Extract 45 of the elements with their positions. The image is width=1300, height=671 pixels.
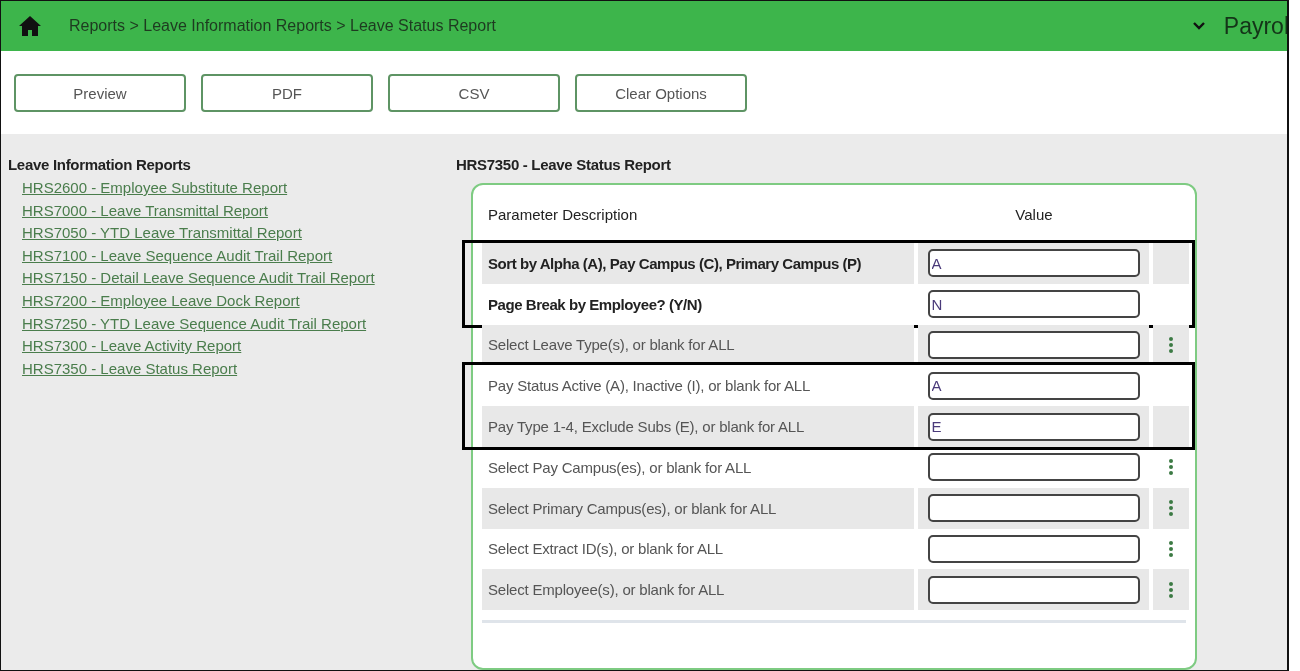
value-field[interactable]: A — [927, 249, 1140, 278]
chevron-down-icon[interactable] — [1191, 21, 1206, 31]
report-link[interactable]: HRS7000 - Leave Transmittal Report — [22, 199, 268, 223]
parameter-label: Select Primary Campus(es), or blank for ALL — [482, 487, 914, 529]
sidebar-title: Leave Information Reports — [8, 156, 192, 173]
breadcrumb: Reports > Leave Information Reports > Leave Status Report — [69, 17, 497, 35]
report-link[interactable]: HRS7050 - YTD Leave Transmittal Report — [22, 222, 302, 245]
menu-cell — [1153, 406, 1189, 447]
home-icon[interactable] — [18, 15, 42, 37]
parameter-label: Page Break by Employee? (Y/N) — [487, 294, 703, 315]
kebab-menu-icon[interactable] — [1168, 458, 1174, 477]
report-link[interactable]: HRS7250 - YTD Leave Sequence Audit Trail Report — [22, 312, 367, 336]
toolbar-button[interactable]: Preview — [14, 74, 186, 112]
parameter-label: Pay Status Active (A), Inactive (I), or blank for ALL — [487, 376, 812, 397]
report-title: HRS7350 - Leave Status Report — [456, 156, 672, 173]
column-header: Value — [1014, 205, 1054, 223]
kebab-menu-icon[interactable] — [1168, 336, 1174, 354]
value-field[interactable] — [927, 453, 1140, 482]
parameter-label: Sort by Alpha (A), Pay Campus (C), Primary Campus (P) — [482, 243, 914, 284]
value-field[interactable] — [927, 331, 1140, 359]
app-menu[interactable]: Payrol — [1223, 12, 1287, 40]
kebab-menu-icon[interactable] — [1168, 499, 1174, 518]
parameter-label: Pay Type 1-4, Exclude Subs (E), or blank for ALL — [482, 406, 914, 447]
report-link[interactable]: HRS2600 - Employee Substitute Report — [22, 177, 288, 200]
report-link[interactable]: HRS7350 - Leave Status Report — [22, 357, 238, 381]
parameter-label: Select Extract ID(s), or blank for ALL — [487, 539, 724, 560]
column-header: Parameter Description — [487, 205, 639, 223]
value-field[interactable] — [927, 494, 1140, 523]
value-field[interactable]: N — [927, 290, 1140, 319]
value-field[interactable] — [927, 534, 1140, 563]
report-link[interactable]: HRS7150 - Detail Leave Sequence Audit Trail Report — [22, 267, 375, 290]
toolbar-button[interactable]: PDF — [201, 74, 373, 112]
toolbar-button[interactable]: Clear Options — [575, 74, 747, 112]
report-link[interactable]: HRS7300 - Leave Activity Report — [22, 335, 242, 358]
value-field[interactable]: E — [927, 412, 1140, 441]
report-link[interactable]: HRS7200 - Employee Leave Dock Report — [22, 289, 300, 313]
toolbar-button[interactable]: CSV — [388, 74, 560, 112]
report-link[interactable]: HRS7100 - Leave Sequence Audit Trail Report — [22, 244, 333, 268]
parameter-label: Select Employee(s), or blank for ALL — [482, 569, 914, 611]
parameter-label: Select Pay Campus(es), or blank for ALL — [487, 457, 753, 478]
value-field[interactable] — [927, 575, 1140, 604]
value-field[interactable]: A — [927, 371, 1140, 400]
kebab-menu-icon[interactable] — [1168, 539, 1174, 558]
menu-cell — [1153, 243, 1189, 284]
kebab-menu-icon[interactable] — [1168, 580, 1174, 599]
